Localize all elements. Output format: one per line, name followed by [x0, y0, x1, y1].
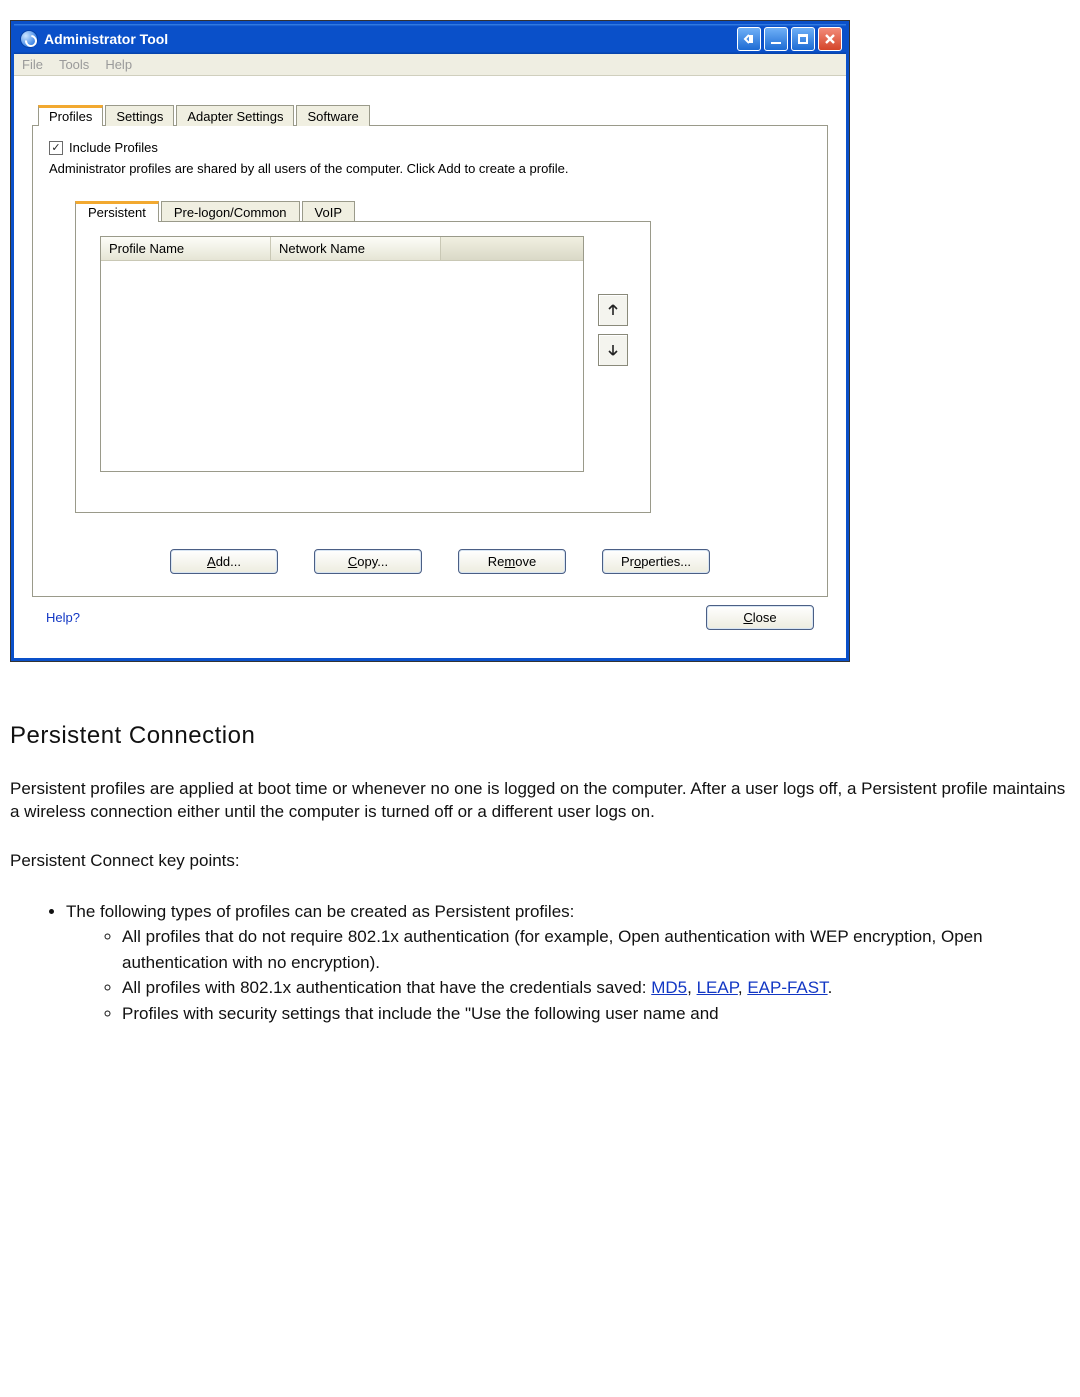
window-title: Administrator Tool	[44, 31, 168, 47]
menu-help[interactable]: Help	[105, 57, 132, 72]
action-buttons-row: Add... Copy... Remove Properties...	[69, 549, 811, 574]
minimize-icon	[771, 42, 781, 44]
titlebar-extra-button[interactable]	[737, 27, 761, 51]
include-profiles-label: Include Profiles	[69, 140, 158, 155]
doc-para2: Persistent Connect key points:	[10, 850, 1070, 873]
close-dialog-button[interactable]: Close	[706, 605, 814, 630]
link-eapfast[interactable]: EAP-FAST	[747, 978, 827, 997]
doc-para1: Persistent profiles are applied at boot …	[10, 778, 1070, 824]
move-up-button[interactable]	[598, 294, 628, 326]
titlebar: Administrator Tool	[14, 24, 846, 54]
close-button[interactable]	[818, 27, 842, 51]
inner-tabbar: Persistent Pre-logon/Common VoIP	[49, 200, 811, 221]
admin-tool-window: Administrator Tool File Tools Help Profi…	[11, 21, 849, 661]
include-profiles-checkbox[interactable]: ✓	[49, 141, 63, 155]
menu-file[interactable]: File	[22, 57, 43, 72]
tab-persistent[interactable]: Persistent	[75, 201, 159, 222]
minimize-button[interactable]	[764, 27, 788, 51]
profiles-description: Administrator profiles are shared by all…	[49, 161, 811, 176]
tab-prelogon-common[interactable]: Pre-logon/Common	[161, 201, 300, 222]
link-md5[interactable]: MD5	[651, 978, 687, 997]
tab-settings[interactable]: Settings	[105, 105, 174, 126]
doc-bullet1: The following types of profiles can be c…	[66, 899, 1070, 1027]
remove-button[interactable]: Remove	[458, 549, 566, 574]
doc-heading: Persistent Connection	[10, 722, 1070, 750]
link-leap[interactable]: LEAP	[697, 978, 738, 997]
persistent-panel: Profile Name Network Name	[75, 221, 651, 513]
doc-section: Persistent Connection Persistent profile…	[10, 722, 1070, 1026]
doc-sub2: All profiles with 802.1x authentication …	[122, 975, 1070, 1001]
doc-sub3: Profiles with security settings that inc…	[122, 1001, 1070, 1027]
footer-row: Help? Close	[32, 597, 828, 640]
profiles-panel: ✓ Include Profiles Administrator profile…	[32, 125, 828, 597]
tab-voip[interactable]: VoIP	[302, 201, 355, 222]
window-body: Profiles Settings Adapter Settings Softw…	[14, 76, 846, 658]
profiles-table[interactable]: Profile Name Network Name	[100, 236, 584, 472]
screenshot-container: Administrator Tool File Tools Help Profi…	[10, 20, 850, 662]
maximize-button[interactable]	[791, 27, 815, 51]
menubar: File Tools Help	[14, 54, 846, 76]
move-down-button[interactable]	[598, 334, 628, 366]
menu-tools[interactable]: Tools	[59, 57, 89, 72]
app-icon	[20, 30, 38, 48]
tab-adapter-settings[interactable]: Adapter Settings	[176, 105, 294, 126]
col-network-name[interactable]: Network Name	[271, 237, 441, 261]
arrow-down-icon	[607, 343, 619, 357]
doc-sub1: All profiles that do not require 802.1x …	[122, 924, 1070, 975]
maximize-icon	[798, 34, 808, 44]
col-spacer	[441, 237, 583, 261]
add-button[interactable]: Add...	[170, 549, 278, 574]
arrow-up-icon	[607, 303, 619, 317]
close-icon	[823, 32, 837, 46]
outer-tabbar: Profiles Settings Adapter Settings Softw…	[32, 104, 828, 125]
copy-button[interactable]: Copy...	[314, 549, 422, 574]
tab-software[interactable]: Software	[296, 105, 369, 126]
properties-button[interactable]: Properties...	[602, 549, 710, 574]
tab-profiles[interactable]: Profiles	[38, 105, 103, 126]
col-profile-name[interactable]: Profile Name	[101, 237, 271, 261]
help-link[interactable]: Help?	[46, 610, 80, 625]
